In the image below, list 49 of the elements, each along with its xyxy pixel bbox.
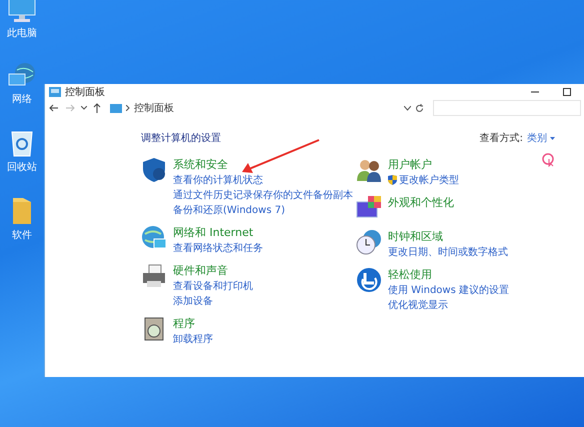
desktop-icon-label[interactable]: 此电脑 (7, 26, 37, 40)
task-link[interactable]: 备份和还原(Windows 7) (173, 203, 285, 217)
task-link[interactable]: 使用 Windows 建议的设置 (388, 283, 509, 297)
category-link[interactable]: 系统和安全 (173, 157, 353, 172)
category-link[interactable]: 用户帐户 (388, 157, 459, 172)
control-panel-icon (110, 104, 122, 112)
task-link[interactable]: 通过文件历史记录保存你的文件备份副本 (173, 188, 353, 202)
category-link[interactable]: 时钟和区域 (388, 229, 508, 244)
chevron-right-icon (126, 105, 130, 111)
task-link[interactable]: 查看你的计算机状态 (173, 173, 263, 187)
category-link[interactable]: 轻松使用 (388, 267, 509, 282)
view-by-label: 查看方式: (480, 132, 523, 145)
category-link[interactable]: 外观和个性化 (388, 195, 454, 210)
task-link[interactable]: 卸载程序 (173, 332, 213, 346)
breadcrumb[interactable]: 控制面板 (134, 101, 174, 115)
printer-icon[interactable] (141, 263, 167, 289)
control-panel-icon (49, 86, 61, 96)
accessibility-icon[interactable] (356, 267, 382, 293)
task-link[interactable]: 更改帐户类型 (399, 173, 459, 187)
category-link[interactable]: 硬件和声音 (173, 263, 253, 278)
dropdown-caret-icon[interactable] (81, 106, 87, 110)
refresh-icon[interactable] (415, 104, 424, 112)
caret-icon (550, 136, 555, 140)
task-link[interactable]: 优化视觉显示 (388, 298, 448, 312)
view-by-dropdown[interactable]: 类别 (527, 131, 555, 145)
maximize-icon (563, 88, 571, 96)
task-link[interactable]: 查看设备和打印机 (173, 279, 253, 293)
chevron-down-icon[interactable] (404, 106, 411, 110)
cursor-icon (542, 153, 556, 167)
users-icon[interactable] (356, 157, 382, 183)
desktop-icon-label[interactable]: 网络 (12, 92, 32, 106)
task-link[interactable]: 查看网络状态和任务 (173, 241, 263, 255)
window-title: 控制面板 (65, 86, 105, 98)
task-link[interactable]: 添加设备 (173, 294, 213, 308)
address-bar[interactable]: 控制面板 (107, 100, 427, 116)
shield-icon[interactable] (141, 157, 167, 183)
desktop-icon-label[interactable]: 软件 (12, 228, 32, 242)
up-arrow-icon[interactable] (93, 103, 101, 113)
computer-icon[interactable] (7, 0, 37, 24)
page-heading: 调整计算机的设置 (141, 132, 221, 145)
category-link[interactable]: 网络和 Internet (173, 225, 263, 240)
desktop-icon-label[interactable]: 回收站 (7, 160, 37, 174)
clock-globe-icon[interactable] (356, 229, 382, 255)
folder-icon[interactable] (11, 196, 33, 226)
search-field[interactable] (433, 100, 581, 116)
task-link[interactable]: 更改日期、时间或数字格式 (388, 245, 508, 259)
back-arrow-icon[interactable] (49, 104, 59, 112)
category-link[interactable]: 程序 (173, 316, 213, 331)
globe-icon[interactable] (141, 225, 167, 251)
